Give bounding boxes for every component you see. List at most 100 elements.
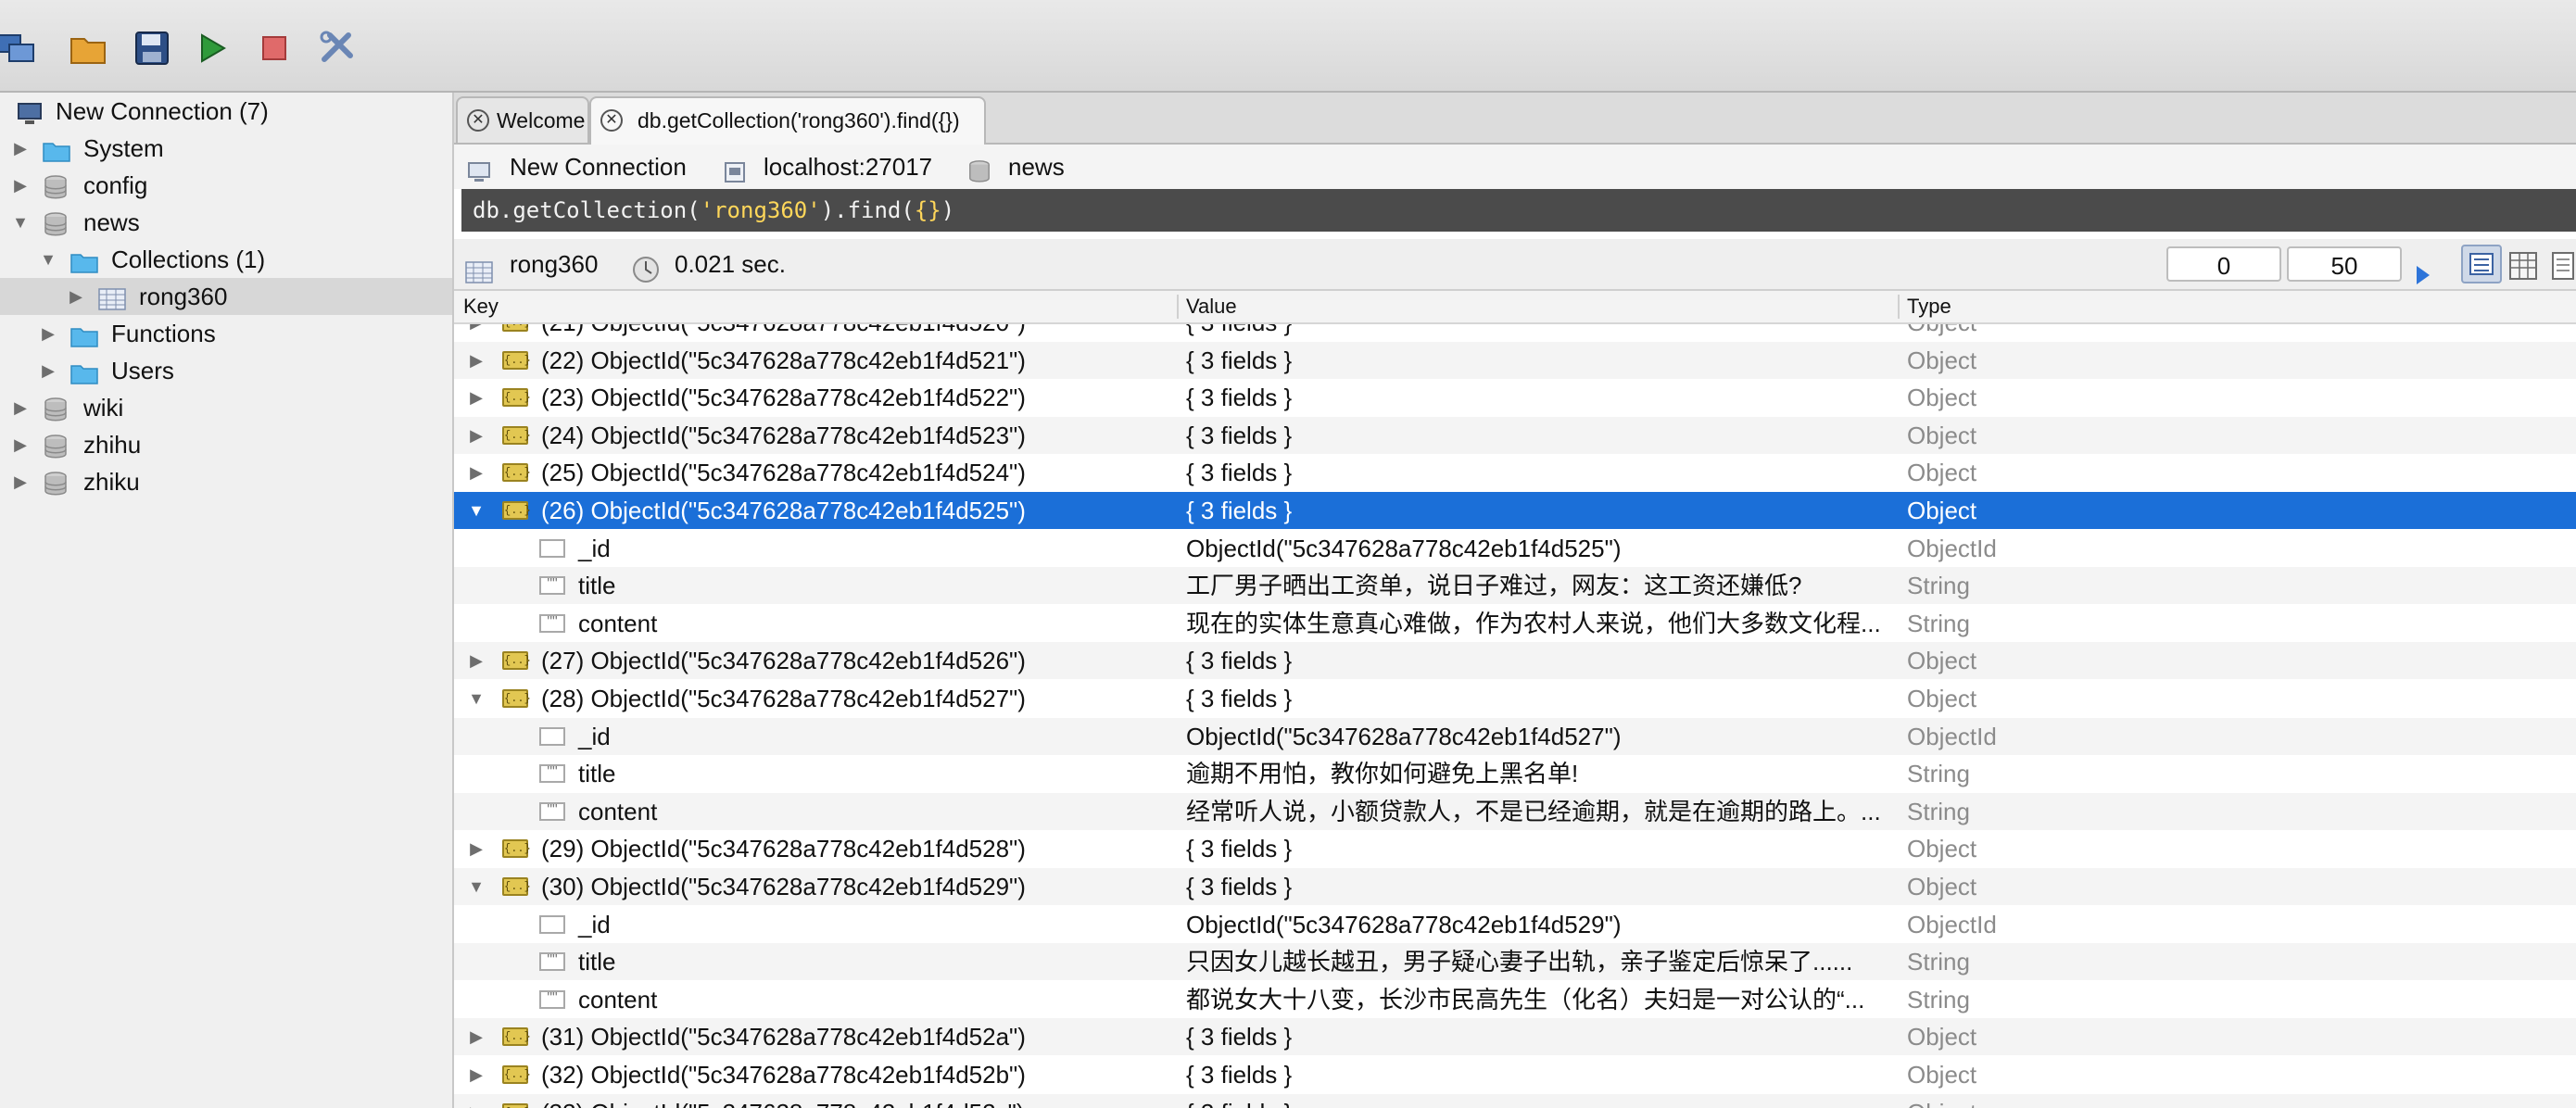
collapse-arrow-icon[interactable]: ▼ <box>11 204 30 241</box>
close-icon[interactable]: ✕ <box>600 109 623 132</box>
field-row[interactable]: _id ObjectId("5c347628a778c42eb1f4d529") O… <box>454 906 2576 943</box>
tree-node-config[interactable]: ▶ config <box>0 167 452 204</box>
run-icon[interactable] <box>191 28 232 69</box>
tree-node-rong360[interactable]: ▶ rong360 <box>0 278 452 315</box>
row-value: { 3 fields } <box>1186 421 1293 449</box>
field-row[interactable]: "" title 工厂男子晒出工资单，说日子难过，网友：这工资还嫌低? String <box>454 567 2576 605</box>
object-icon: {..} <box>502 1027 531 1047</box>
expand-arrow-icon[interactable]: ▶ <box>39 315 57 352</box>
column-header-key[interactable]: Key <box>463 291 499 322</box>
document-row[interactable]: ▼ {..} (26) ObjectId("5c347628a778c42eb1f4… <box>454 492 2576 529</box>
skip-input[interactable]: 0 <box>2166 246 2281 282</box>
tree-label: wiki <box>83 394 124 422</box>
database-icon <box>967 154 991 183</box>
breadcrumb-host: localhost:27017 <box>764 153 933 181</box>
expand-arrow-icon[interactable]: ▶ <box>39 352 57 389</box>
expand-arrow-icon[interactable]: ▶ <box>467 417 486 454</box>
expand-arrow-icon[interactable]: ▶ <box>467 324 486 341</box>
tree-node-system[interactable]: ▶ System <box>0 130 452 167</box>
expand-arrow-icon[interactable]: ▶ <box>467 642 486 679</box>
document-row[interactable]: ▶ {..} (25) ObjectId("5c347628a778c42eb1f4… <box>454 454 2576 491</box>
monitor-icon <box>17 99 43 124</box>
tree-node-zhiku[interactable]: ▶ zhiku <box>0 463 452 500</box>
field-row[interactable]: "" title 逾期不用怕，教你如何避免上黑名单! String <box>454 755 2576 792</box>
row-value: { 3 fields } <box>1186 497 1293 524</box>
column-header-type[interactable]: Type <box>1907 291 1951 322</box>
collapse-arrow-icon[interactable]: ▼ <box>467 680 486 717</box>
row-value: { 3 fields } <box>1186 346 1293 374</box>
stop-icon[interactable] <box>254 28 295 69</box>
column-divider[interactable] <box>1898 295 1900 319</box>
document-row[interactable]: ▶ {..} (24) ObjectId("5c347628a778c42eb1f4… <box>454 416 2576 454</box>
row-key: _id <box>578 910 611 938</box>
document-row[interactable]: ▶ {..} (22) ObjectId("5c347628a778c42eb1f4… <box>454 341 2576 379</box>
tab-query[interactable]: ✕ db.getCollection('rong360').find({}) <box>589 96 986 145</box>
collapse-arrow-icon[interactable]: ▼ <box>467 868 486 905</box>
expand-arrow-icon[interactable]: ▶ <box>467 454 486 491</box>
row-value: { 3 fields } <box>1186 1023 1293 1051</box>
query-editor[interactable]: db.getCollection('rong360').find({}) <box>461 189 2576 232</box>
server-icon <box>723 154 747 183</box>
tree-node-collections[interactable]: ▼ Collections (1) <box>0 241 452 278</box>
tree-node-users[interactable]: ▶ Users <box>0 352 452 389</box>
tree-node-news[interactable]: ▼ news <box>0 204 452 241</box>
field-row[interactable]: "" title 只因女儿越长越丑，男子疑心妻子出轨，亲子鉴定后惊呆了...... S… <box>454 943 2576 981</box>
tree-label: Collections (1) <box>111 246 266 273</box>
column-header-value[interactable]: Value <box>1186 291 1237 322</box>
column-divider[interactable] <box>1177 295 1179 319</box>
string-icon: "" <box>539 764 565 784</box>
object-icon: {..} <box>502 350 531 370</box>
document-row[interactable]: ▼ {..} (30) ObjectId("5c347628a778c42eb1f4… <box>454 868 2576 905</box>
monitor-icon <box>467 154 491 182</box>
expand-arrow-icon[interactable]: ▶ <box>467 379 486 416</box>
document-row[interactable]: ▶ {..} (31) ObjectId("5c347628a778c42eb1f4… <box>454 1018 2576 1056</box>
save-icon[interactable] <box>132 28 172 69</box>
expand-arrow-icon[interactable]: ▶ <box>467 1094 486 1108</box>
field-row[interactable]: "" content 现在的实体生意真心难做，作为农村人来说，他们大多数文化程...… <box>454 605 2576 642</box>
limit-input[interactable]: 50 <box>2287 246 2402 282</box>
row-value: { 3 fields } <box>1186 459 1293 487</box>
document-row[interactable]: ▶ {..} (21) ObjectId("5c347628a778c42eb1f4… <box>454 324 2576 341</box>
expand-arrow-icon[interactable]: ▶ <box>67 278 85 315</box>
expand-arrow-icon[interactable]: ▶ <box>467 342 486 379</box>
document-row[interactable]: ▶ {..} (27) ObjectId("5c347628a778c42eb1f4… <box>454 642 2576 680</box>
expand-arrow-icon[interactable]: ▶ <box>11 389 30 426</box>
field-row[interactable]: _id ObjectId("5c347628a778c42eb1f4d525") O… <box>454 530 2576 567</box>
expand-arrow-icon[interactable]: ▶ <box>11 426 30 463</box>
field-row[interactable]: "" content 经常听人说，小额贷款人，不是已经逾期，就是在逾期的路上。...… <box>454 792 2576 830</box>
expand-arrow-icon[interactable]: ▶ <box>11 130 30 167</box>
tree-label: zhiku <box>83 468 140 496</box>
document-row[interactable]: ▶ {..} (29) ObjectId("5c347628a778c42eb1f4… <box>454 830 2576 867</box>
tools-icon[interactable] <box>317 28 358 69</box>
collapse-arrow-icon[interactable]: ▼ <box>39 241 57 278</box>
expand-arrow-icon[interactable]: ▶ <box>11 463 30 500</box>
row-type: ObjectId <box>1907 534 1997 562</box>
document-row[interactable]: ▶ {..} (23) ObjectId("5c347628a778c42eb1f4… <box>454 379 2576 416</box>
tab-welcome[interactable]: ✕ Welcome <box>456 96 589 143</box>
tree-view-icon[interactable] <box>2461 245 2502 283</box>
document-row[interactable]: ▶ {..} (32) ObjectId("5c347628a778c42eb1f4… <box>454 1056 2576 1093</box>
row-key: title <box>578 948 616 976</box>
row-key: (24) ObjectId("5c347628a778c42eb1f4d523"… <box>541 421 1026 449</box>
close-icon[interactable]: ✕ <box>467 109 489 132</box>
expand-arrow-icon[interactable]: ▶ <box>11 167 30 204</box>
document-row[interactable]: ▶ {..} (33) ObjectId("5c347628a778c42eb1f4… <box>454 1093 2576 1108</box>
row-value: 现在的实体生意真心难做，作为农村人来说，他们大多数文化程... <box>1186 609 1881 637</box>
row-type: Object <box>1907 497 1977 524</box>
open-folder-icon[interactable] <box>69 28 109 69</box>
connect-icon[interactable] <box>0 28 35 69</box>
tree-node-zhihu[interactable]: ▶ zhihu <box>0 426 452 463</box>
collapse-arrow-icon[interactable]: ▼ <box>467 492 486 529</box>
tree-node-connection[interactable]: New Connection (7) <box>0 93 452 130</box>
row-key: (26) ObjectId("5c347628a778c42eb1f4d525"… <box>541 497 1026 524</box>
expand-arrow-icon[interactable]: ▶ <box>467 830 486 867</box>
field-row[interactable]: "" content 都说女大十八变，长沙市民高先生（化名）夫妇是一对公认的“...… <box>454 981 2576 1018</box>
document-row[interactable]: ▼ {..} (28) ObjectId("5c347628a778c42eb1f4… <box>454 680 2576 717</box>
expand-arrow-icon[interactable]: ▶ <box>467 1056 486 1093</box>
tree-node-wiki[interactable]: ▶ wiki <box>0 389 452 426</box>
tree-node-functions[interactable]: ▶ Functions <box>0 315 452 352</box>
expand-arrow-icon[interactable]: ▶ <box>467 1018 486 1055</box>
row-key: content <box>578 609 658 637</box>
database-icon <box>43 470 69 496</box>
field-row[interactable]: _id ObjectId("5c347628a778c42eb1f4d527") O… <box>454 717 2576 755</box>
